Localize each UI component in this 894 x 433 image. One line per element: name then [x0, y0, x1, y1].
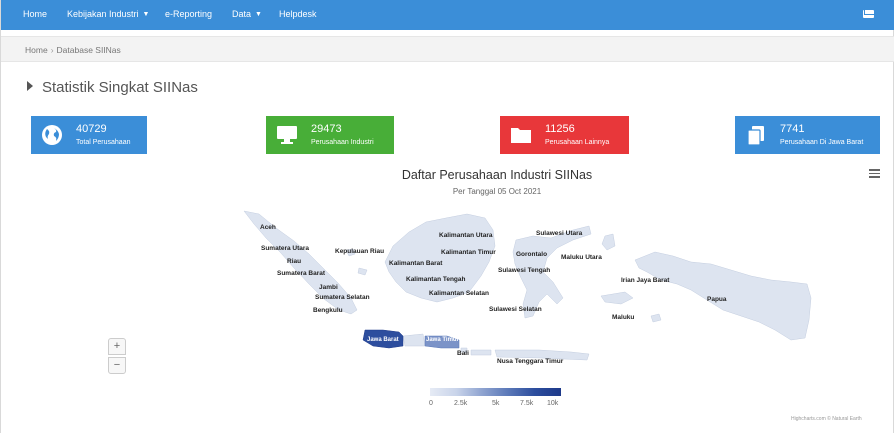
- label-jawa-barat: Jawa Barat: [367, 337, 399, 343]
- label-sumatera-selatan: Sumatera Selatan: [315, 294, 370, 301]
- color-axis-tick: 5k: [492, 400, 500, 407]
- label-maluku-utara: Maluku Utara: [561, 254, 602, 261]
- label-maluku: Maluku: [612, 314, 634, 321]
- color-axis-tick: 10k: [547, 400, 559, 407]
- label-nusa-tenggara-timur: Nusa Tenggara Timur: [497, 358, 564, 365]
- label-papua: Papua: [707, 296, 727, 303]
- map-region-maluku-utara[interactable]: [601, 233, 616, 251]
- chart-credits[interactable]: Highcharts.com © Natural Earth: [791, 416, 862, 422]
- label-kalimantan-tengah: Kalimantan Tengah: [406, 276, 466, 283]
- label-jawa-timur: Jawa Timur: [426, 337, 460, 343]
- label-kalimantan-utara: Kalimantan Utara: [439, 232, 493, 239]
- label-irian-jaya-barat: Irian Jaya Barat: [621, 277, 670, 284]
- map-region-bangka[interactable]: [357, 267, 368, 276]
- zoom-out-button[interactable]: −: [108, 357, 126, 374]
- map-region-maluku-south[interactable]: [650, 313, 662, 323]
- map-region-maluku[interactable]: [600, 291, 634, 305]
- color-axis-tick: 7.5k: [520, 400, 534, 407]
- indonesia-map[interactable]: Aceh Sumatera Utara Riau Sumatera Barat …: [1, 0, 894, 433]
- label-aceh: Aceh: [260, 224, 276, 231]
- label-sulawesi-tengah: Sulawesi Tengah: [498, 267, 550, 274]
- label-kepulauan-riau: Kepulauan Riau: [335, 248, 384, 255]
- color-axis-bar: [430, 388, 561, 396]
- label-gorontalo: Gorontalo: [516, 251, 547, 258]
- label-bengkulu: Bengkulu: [313, 307, 343, 314]
- label-sulawesi-selatan: Sulawesi Selatan: [489, 306, 542, 313]
- label-kalimantan-selatan: Kalimantan Selatan: [429, 290, 489, 297]
- label-sumatera-barat: Sumatera Barat: [277, 270, 326, 277]
- color-axis-tick: 2.5k: [454, 400, 468, 407]
- color-axis-tick: 0: [429, 400, 433, 407]
- page-frame: Home Kebijakan Industri ▼ e-Reporting Dat…: [0, 0, 894, 433]
- map-region-jawa-tengah[interactable]: [402, 333, 426, 347]
- label-jambi: Jambi: [319, 284, 338, 291]
- label-kalimantan-timur: Kalimantan Timur: [441, 249, 496, 256]
- label-sulawesi-utara: Sulawesi Utara: [536, 230, 583, 237]
- label-riau: Riau: [287, 258, 301, 265]
- label-bali: Bali: [457, 350, 469, 357]
- zoom-in-button[interactable]: +: [108, 338, 126, 355]
- label-sumatera-utara: Sumatera Utara: [261, 245, 309, 252]
- label-kalimantan-barat: Kalimantan Barat: [389, 260, 443, 267]
- map-region-kalimantan[interactable]: [384, 213, 496, 303]
- map-region-ntb[interactable]: [470, 349, 492, 356]
